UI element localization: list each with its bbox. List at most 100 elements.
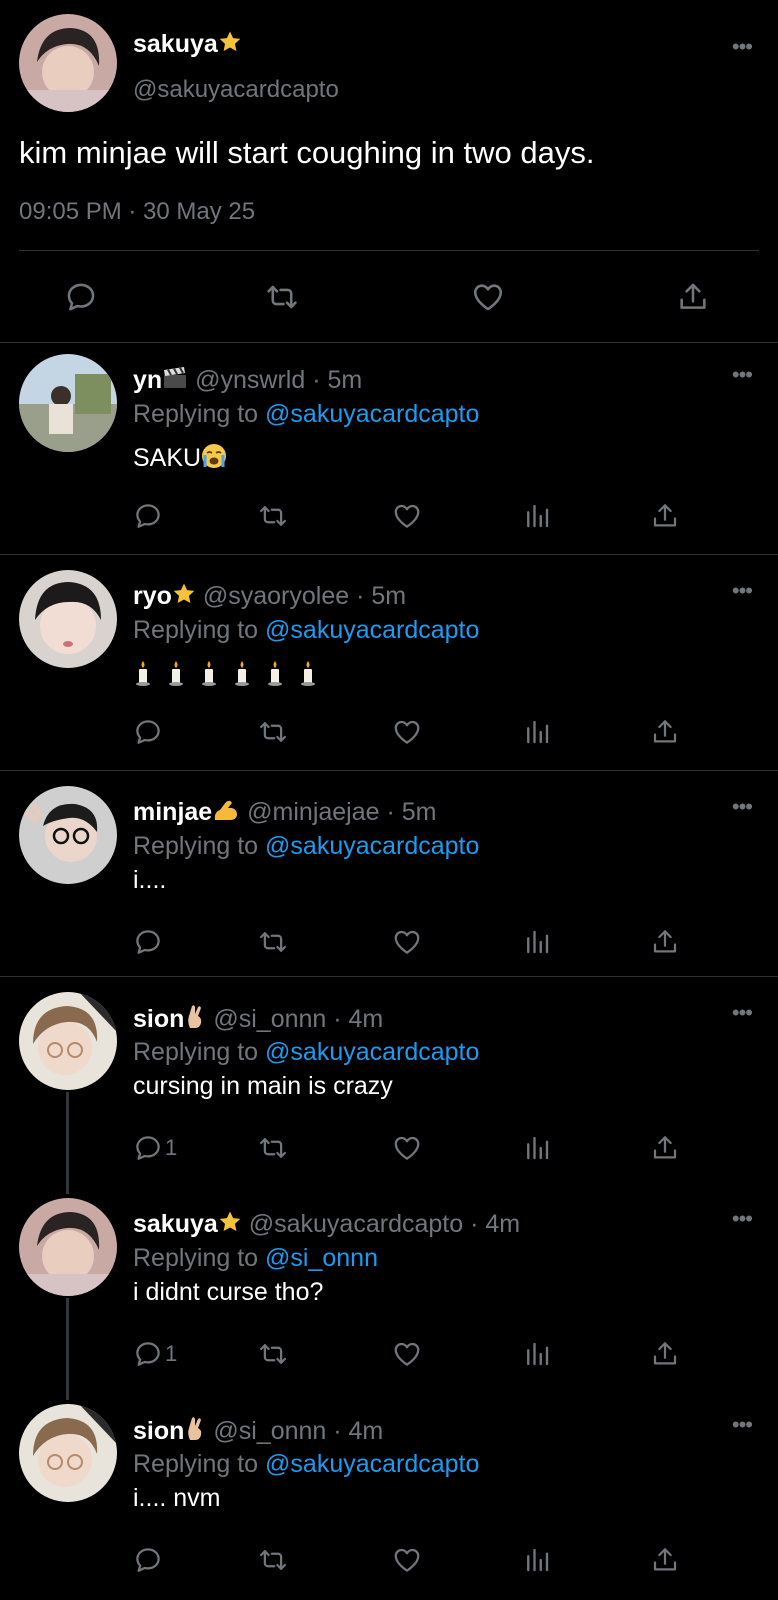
crossed-fingers-emoji <box>184 1416 206 1449</box>
mention-link[interactable]: @si_onnn <box>265 1244 378 1272</box>
heart-icon <box>392 1133 422 1163</box>
author-handle[interactable]: @sakuyacardcapto <box>133 76 339 104</box>
author-handle[interactable]: @ynswrld · 5m <box>195 366 362 394</box>
retweet-icon <box>265 280 299 314</box>
star-emoji <box>172 582 196 613</box>
more-options-button[interactable]: ••• <box>732 36 753 58</box>
like-button[interactable] <box>392 1540 432 1580</box>
avatar[interactable] <box>19 992 117 1090</box>
reply-button[interactable] <box>64 277 104 317</box>
like-button[interactable] <box>392 922 432 962</box>
more-options-button[interactable]: ••• <box>732 796 753 818</box>
author-name[interactable]: sakuya <box>133 30 242 61</box>
retweet-button[interactable] <box>258 1334 298 1374</box>
reply-icon <box>133 501 163 531</box>
more-options-button[interactable]: ••• <box>732 1414 753 1436</box>
avatar[interactable] <box>19 786 117 884</box>
heart-icon <box>392 927 422 957</box>
author-name[interactable]: sakuya <box>133 1210 218 1238</box>
author-handle[interactable]: @si_onnn · 4m <box>213 1417 383 1445</box>
avatar[interactable] <box>19 354 117 452</box>
author-name[interactable]: sion <box>133 1417 184 1445</box>
mention-link[interactable]: @sakuyacardcapto <box>265 616 479 644</box>
retweet-button[interactable] <box>258 922 298 962</box>
share-button[interactable] <box>650 922 690 962</box>
like-button[interactable] <box>392 712 432 752</box>
reply-tweet: sion @si_onnn · 4m ••• Replying to @saku… <box>0 1404 778 1584</box>
share-button[interactable] <box>650 496 690 536</box>
retweet-icon <box>258 501 288 531</box>
views-button[interactable] <box>522 712 562 752</box>
reply-button[interactable] <box>133 922 173 962</box>
mention-link[interactable]: @sakuyacardcapto <box>265 1450 479 1478</box>
retweet-button[interactable] <box>258 1540 298 1580</box>
share-icon <box>650 501 680 531</box>
more-options-button[interactable]: ••• <box>732 1208 753 1230</box>
replying-to: Replying to @sakuyacardcapto <box>133 400 480 428</box>
share-button[interactable] <box>650 712 690 752</box>
like-button[interactable] <box>392 496 432 536</box>
reply-tweet: yn @ynswrld · 5m ••• Replying to @sakuya… <box>0 354 778 540</box>
author-handle[interactable]: @si_onnn · 4m <box>213 1005 383 1033</box>
replying-to: Replying to @sakuyacardcapto <box>133 832 480 860</box>
replying-to: Replying to @sakuyacardcapto <box>133 616 480 644</box>
tweet-timestamp[interactable]: 09:05 PM · 30 May 25 <box>19 198 255 226</box>
retweet-icon <box>258 927 288 957</box>
views-button[interactable] <box>522 496 562 536</box>
views-button[interactable] <box>522 1334 562 1374</box>
views-button[interactable] <box>522 1128 562 1168</box>
author-name[interactable]: sion <box>133 1005 184 1033</box>
retweet-button[interactable] <box>258 496 298 536</box>
reply-icon <box>133 1133 163 1163</box>
reply-text: cursing in main is crazy <box>133 1072 393 1100</box>
retweet-button[interactable] <box>258 1128 298 1168</box>
more-options-button[interactable]: ••• <box>732 1002 753 1024</box>
share-button[interactable] <box>650 1540 690 1580</box>
retweet-icon <box>258 1133 288 1163</box>
author-handle[interactable]: @syaoryolee · 5m <box>203 582 406 610</box>
share-button[interactable] <box>676 277 716 317</box>
divider <box>0 554 778 555</box>
avatar[interactable] <box>19 14 117 112</box>
mention-link[interactable]: @sakuyacardcapto <box>265 400 479 428</box>
more-options-button[interactable]: ••• <box>732 580 753 602</box>
reply-button[interactable] <box>133 496 173 536</box>
reply-button[interactable]: 1 <box>133 1334 193 1374</box>
like-button[interactable] <box>471 277 511 317</box>
views-button[interactable] <box>522 922 562 962</box>
heart-icon <box>392 717 422 747</box>
reply-button[interactable] <box>133 712 173 752</box>
reply-header: sion @si_onnn · 4m <box>133 1416 383 1449</box>
reply-icon <box>133 927 163 957</box>
author-name[interactable]: ryo <box>133 582 172 610</box>
retweet-button[interactable] <box>258 712 298 752</box>
views-button[interactable] <box>522 1540 562 1580</box>
like-button[interactable] <box>392 1334 432 1374</box>
avatar[interactable] <box>19 1404 117 1502</box>
author-handle[interactable]: @minjaejae · 5m <box>247 798 436 826</box>
share-button[interactable] <box>650 1334 690 1374</box>
retweet-button[interactable] <box>265 277 305 317</box>
reply-button[interactable]: 1 <box>133 1128 193 1168</box>
mention-link[interactable]: @sakuyacardcapto <box>265 832 479 860</box>
reply-actions <box>0 496 778 530</box>
stats-icon <box>522 1133 552 1163</box>
flexed-biceps-emoji <box>212 798 240 829</box>
crying-emoji <box>201 443 227 476</box>
divider <box>19 250 759 251</box>
author-name[interactable]: yn <box>133 366 162 394</box>
avatar[interactable] <box>19 570 117 668</box>
reply-count: 1 <box>165 1341 178 1366</box>
share-icon <box>650 1339 680 1369</box>
reply-button[interactable] <box>133 1540 173 1580</box>
mention-link[interactable]: @sakuyacardcapto <box>265 1038 479 1066</box>
replying-to: Replying to @sakuyacardcapto <box>133 1038 480 1066</box>
author-name[interactable]: minjae <box>133 798 212 826</box>
author-handle[interactable]: @sakuyacardcapto · 4m <box>249 1210 520 1238</box>
avatar[interactable] <box>19 1198 117 1296</box>
more-options-button[interactable]: ••• <box>732 364 753 386</box>
like-button[interactable] <box>392 1128 432 1168</box>
reply-text: i.... nvm <box>133 1484 221 1512</box>
divider <box>0 342 778 343</box>
share-button[interactable] <box>650 1128 690 1168</box>
